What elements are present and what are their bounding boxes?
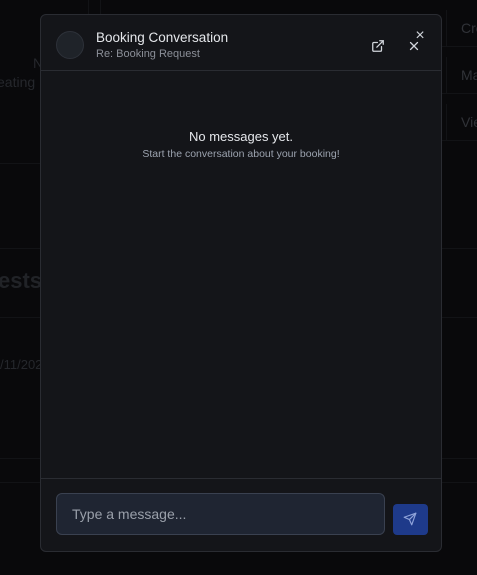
chat-subtitle: Re: Booking Request bbox=[96, 48, 200, 60]
chat-modal: × Booking Conversation Re: Booking Reque… bbox=[40, 14, 442, 552]
empty-state-title: No messages yet. bbox=[188, 129, 294, 144]
message-list[interactable]: No messages yet. Start the conversation … bbox=[41, 71, 441, 479]
minimize-chat-button[interactable] bbox=[405, 37, 423, 55]
chat-header: Booking Conversation Re: Booking Request bbox=[41, 15, 441, 71]
message-composer bbox=[41, 478, 441, 551]
open-in-new-window-button[interactable] bbox=[369, 37, 387, 55]
avatar bbox=[56, 31, 84, 59]
message-input[interactable] bbox=[56, 493, 385, 535]
empty-state-subtitle: Start the conversation about your bookin… bbox=[142, 148, 340, 160]
chat-title: Booking Conversation bbox=[96, 30, 229, 45]
external-link-icon bbox=[372, 40, 384, 52]
send-icon bbox=[403, 512, 417, 526]
send-button[interactable] bbox=[393, 504, 428, 535]
close-icon bbox=[409, 41, 419, 51]
